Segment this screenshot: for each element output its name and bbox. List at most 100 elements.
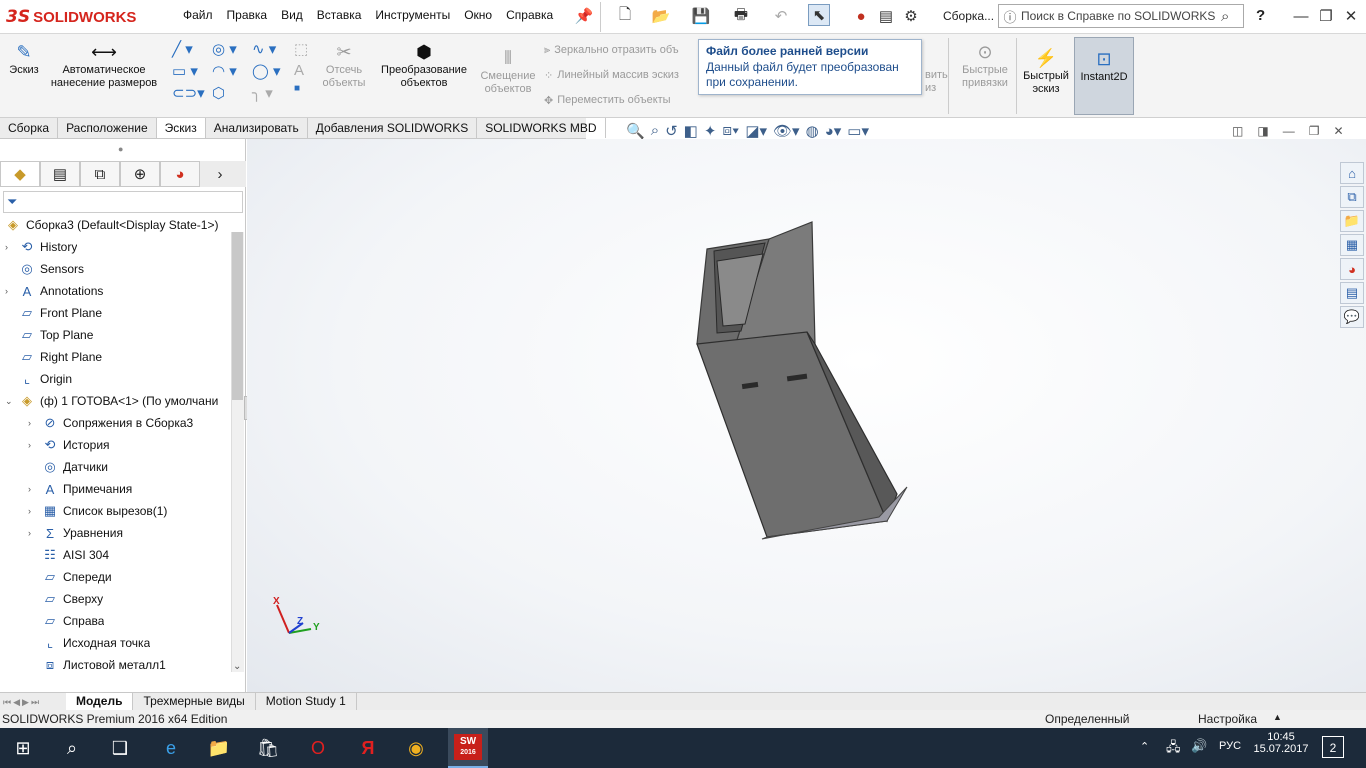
previous-view-icon[interactable]: ↺ <box>665 122 678 140</box>
file-properties-icon[interactable]: ▤ <box>875 5 897 27</box>
view-palette-icon[interactable]: ▦ <box>1340 234 1364 256</box>
tree-item[interactable]: › A Annotations <box>5 280 103 302</box>
help-search-input[interactable]: Поиск в Справке по SOLIDWORKS <box>1021 9 1221 23</box>
linear-pattern-button[interactable]: ⁘ Линейный массив эскиз <box>544 65 679 85</box>
tab-model[interactable]: Модель <box>66 693 134 710</box>
notifications-button[interactable]: 2 <box>1322 736 1344 758</box>
tree-item[interactable]: ☷ AISI 304 <box>28 544 109 566</box>
language-indicator[interactable]: РУС <box>1219 740 1241 752</box>
panel-grip[interactable]: ● <box>118 144 123 154</box>
display-style-icon[interactable]: ◪▾ <box>745 122 767 140</box>
viewport-close-icon[interactable]: ✕ <box>1333 124 1343 138</box>
collapse-arrow-icon[interactable]: ⌄ <box>5 396 17 407</box>
tab-layout[interactable]: Расположение <box>58 118 157 138</box>
zoom-to-area-icon[interactable]: ⌕ <box>651 122 659 140</box>
viewport-prev-icon[interactable]: ◫ <box>1232 124 1243 138</box>
tree-item[interactable]: ⌞ Исходная точка <box>28 632 150 654</box>
convert-entities-button[interactable]: ⬢ Преобразование объектов <box>374 40 474 90</box>
select-icon[interactable]: ⬉ <box>808 4 830 26</box>
feature-manager-tab-icon[interactable]: ◆ <box>0 161 40 187</box>
options-gear-icon[interactable]: ⚙ <box>900 5 922 27</box>
tab-3d-views[interactable]: Трехмерные виды <box>133 693 256 710</box>
opera-icon[interactable]: O <box>302 732 334 764</box>
viewport-restore-icon[interactable]: ❐ <box>1309 124 1320 138</box>
close-icon[interactable]: ✕ <box>1340 5 1362 27</box>
tree-item[interactable]: › A Примечания <box>28 478 132 500</box>
slot-icon[interactable]: ⊂⊃▾ <box>172 84 212 102</box>
tree-item[interactable]: ⌞ Origin <box>5 368 72 390</box>
expand-tabs-chevron-icon[interactable]: › <box>200 161 240 187</box>
fillet-icon[interactable]: ╮ ▾ <box>252 84 292 102</box>
tree-scrollbar-thumb[interactable] <box>232 232 243 400</box>
help-search-box[interactable]: ⓘ Поиск в Справке по SOLIDWORKS ⌕ <box>998 4 1244 28</box>
filter-box[interactable]: ⏷ <box>3 191 243 213</box>
task-view-icon[interactable]: ❑ <box>104 732 136 764</box>
tree-item[interactable]: ▱ Top Plane <box>5 324 93 346</box>
custom-properties-icon[interactable]: ▤ <box>1340 282 1364 304</box>
next-tab-icon[interactable]: ▶ <box>22 697 29 708</box>
menu-edit[interactable]: Правка <box>220 8 275 22</box>
status-up-arrow-icon[interactable]: ▲ <box>1273 712 1282 722</box>
tree-item[interactable]: › ⊘ Сопряжения в Сборка3 <box>28 412 193 434</box>
tab-addins[interactable]: Добавления SOLIDWORKS <box>308 118 478 138</box>
yandex-browser-icon[interactable]: Я <box>352 732 384 764</box>
offset-entities-button[interactable]: ⫴ Смещение объектов <box>478 46 538 96</box>
tab-nav-arrows[interactable]: ⏮ ◀ ▶ ⏭ <box>0 693 66 711</box>
tree-item[interactable]: ◎ Sensors <box>5 258 84 280</box>
graphics-area[interactable]: X Y Z <box>247 139 1366 692</box>
scene-icon[interactable]: ◕▾ <box>825 122 842 140</box>
hide-show-icon[interactable]: 👁▾ <box>773 122 800 140</box>
solidworks-logo[interactable]: 3S SOLIDWORKS <box>6 4 136 30</box>
smart-dimension-button[interactable]: ⟷ Автоматическое нанесение размеров <box>48 40 160 90</box>
view-settings-icon[interactable]: ▭▾ <box>847 122 869 140</box>
line-icon[interactable]: ╱ ▾ <box>172 40 212 58</box>
expand-arrow-icon[interactable]: › <box>28 440 40 450</box>
dynamic-annotation-icon[interactable]: ✦ <box>704 122 717 140</box>
expand-arrow-icon[interactable]: › <box>28 418 40 428</box>
menu-tools[interactable]: Инструменты <box>368 8 457 22</box>
view-orientation-icon[interactable]: ⧈▾ <box>722 122 739 140</box>
search-icon[interactable]: ⌕ <box>56 732 88 764</box>
tray-expand-icon[interactable]: ⌃ <box>1140 740 1149 753</box>
tab-assembly[interactable]: Сборка <box>0 118 59 138</box>
tree-item[interactable]: › ⟲ History <box>5 236 77 258</box>
last-tab-icon[interactable]: ⏭ <box>31 697 39 708</box>
tab-motion-study[interactable]: Motion Study 1 <box>256 693 357 710</box>
minimize-icon[interactable]: — <box>1290 5 1312 27</box>
tree-item[interactable]: ⧈ Листовой металл1 <box>28 654 166 676</box>
polygon-icon[interactable]: ⬡ <box>212 84 252 102</box>
tree-item[interactable]: ▱ Справа <box>28 610 104 632</box>
first-tab-icon[interactable]: ⏮ <box>3 697 11 708</box>
ellipse-icon[interactable]: ◯ ▾ <box>252 62 292 80</box>
expand-arrow-icon[interactable]: › <box>28 506 40 516</box>
forum-icon[interactable]: 💬 <box>1340 306 1364 328</box>
circle-icon[interactable]: ◎ ▾ <box>212 40 252 58</box>
dimxpert-tab-icon[interactable]: ⊕ <box>120 161 160 187</box>
tree-item[interactable]: ▱ Спереди <box>28 566 112 588</box>
tree-item[interactable]: ▱ Front Plane <box>5 302 102 324</box>
text-icon[interactable]: A <box>294 62 308 79</box>
chrome-icon[interactable]: ◉ <box>400 732 432 764</box>
tree-item[interactable]: › ▦ Список вырезов(1) <box>28 500 167 522</box>
mirror-entities-button[interactable]: ⫸ Зеркально отразить объ <box>544 40 679 60</box>
trim-button[interactable]: ✂ Отсечь объекты <box>318 40 370 90</box>
file-explorer-icon[interactable]: 📁 <box>203 732 235 764</box>
rebuild-icon[interactable]: ● <box>850 5 872 27</box>
expand-arrow-icon[interactable]: › <box>5 242 17 252</box>
tree-item[interactable]: ⌄ ◈ (ф) 1 ГОТОВА<1> (По умолчани <box>5 390 218 412</box>
menu-view[interactable]: Вид <box>274 8 310 22</box>
rapid-sketch-button[interactable]: ⚡ Быстрый эскиз <box>1020 46 1072 96</box>
open-icon[interactable]: 📂 <box>650 5 672 27</box>
quick-snaps-button[interactable]: ⊙ Быстрые привязки <box>956 40 1014 90</box>
undo-icon[interactable]: ↶ <box>770 5 792 27</box>
new-document-icon[interactable]: 🗋 <box>614 5 636 27</box>
clock[interactable]: 10:45 15.07.2017 <box>1252 731 1310 755</box>
search-icon[interactable]: ⌕ <box>1221 8 1243 25</box>
volume-icon[interactable]: 🔊 <box>1191 738 1207 754</box>
tree-item[interactable]: › Σ Уравнения <box>28 522 123 544</box>
status-customize[interactable]: Настройка <box>1198 712 1257 726</box>
move-entities-button[interactable]: ✥ Переместить объекты <box>544 90 679 110</box>
pin-icon[interactable]: 📌 <box>573 5 595 27</box>
property-manager-tab-icon[interactable]: ▤ <box>40 161 80 187</box>
section-view-icon[interactable]: ◧ <box>684 122 698 140</box>
